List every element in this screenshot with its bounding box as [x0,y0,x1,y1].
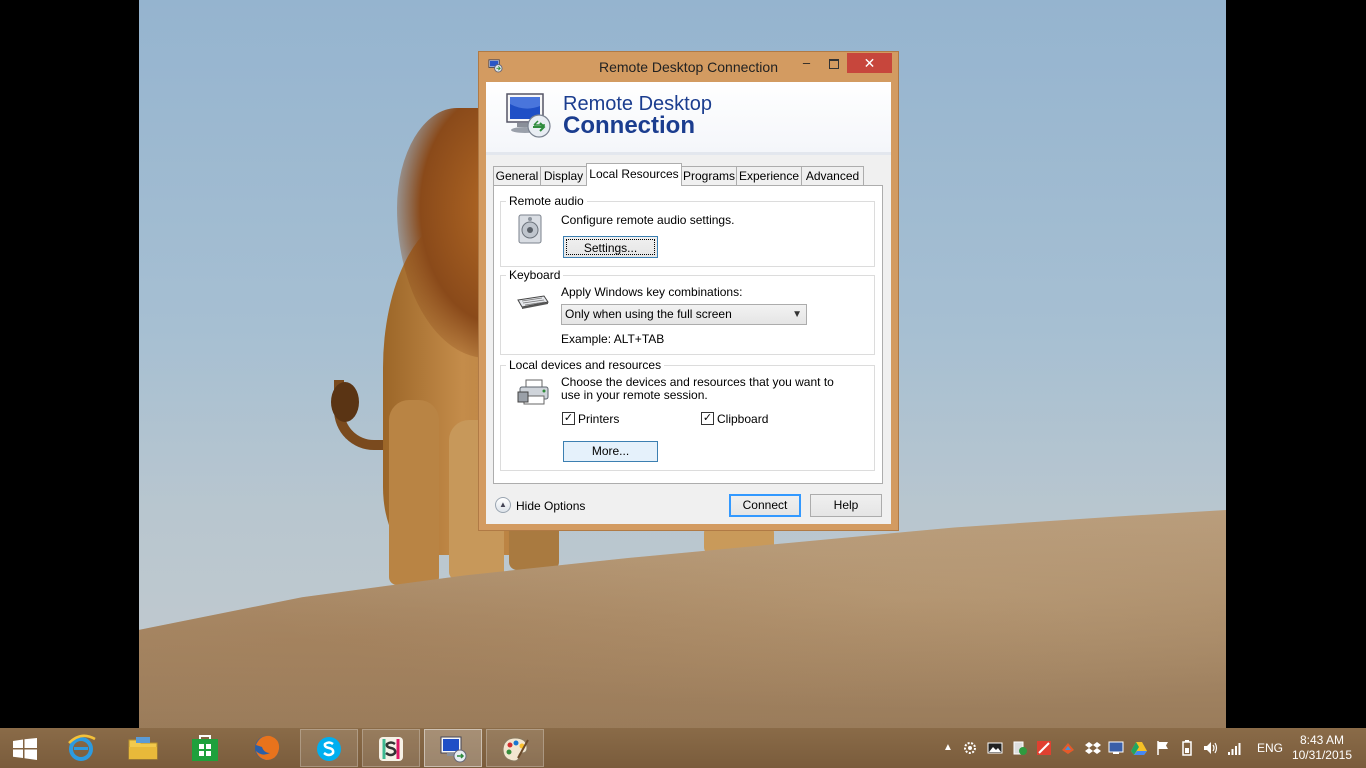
windows-logo-icon [13,738,37,760]
printers-checkbox[interactable]: ✓ [562,412,575,425]
keyboard-label: Keyboard [506,268,564,282]
tab-display[interactable]: Display [540,166,587,185]
tab-general[interactable]: General [493,166,541,185]
display-tray-icon[interactable] [1108,740,1124,756]
system-clock[interactable]: 8:43 AM 10/31/2015 [1292,733,1352,763]
keyboard-example: Example: ALT+TAB [561,332,665,346]
more-button[interactable]: More... [563,441,658,462]
app-tray-icon[interactable] [1060,740,1076,756]
windows-key-combo-value: Only when using the full screen [565,307,732,321]
taskbar-skype[interactable] [300,729,358,767]
google-drive-tray-icon[interactable] [1131,740,1147,756]
internet-explorer-icon [68,734,96,761]
printers-label: Printers [578,412,620,426]
hide-options-link[interactable]: Hide Options [516,499,585,513]
wallpaper-lion-leg [389,400,439,585]
taskbar-file-explorer[interactable] [114,729,172,767]
clipboard-label: Clipboard [717,412,769,426]
keyboard-group: Keyboard Apply Windows key combinations:… [500,268,875,355]
network-signal-icon[interactable] [1227,740,1243,756]
tab-programs[interactable]: Programs [681,166,737,185]
maximize-icon [828,58,839,69]
clock-time: 8:43 AM [1299,733,1344,747]
folder-icon [128,737,158,760]
store-icon [192,735,218,761]
help-button[interactable]: Help [810,494,882,517]
connect-button[interactable]: Connect [729,494,801,517]
show-hidden-icons-chevron-up-icon[interactable]: ▲ [940,740,956,756]
keyboard-description: Apply Windows key combinations: [561,285,743,299]
security-tray-icon[interactable] [1012,740,1028,756]
banner-separator [486,152,891,155]
windows-key-combo-select[interactable]: Only when using the full screen ▼ [561,304,807,325]
hide-options-chevron-up-icon[interactable]: ▲ [495,497,511,513]
wallpaper-lion-tail-tip [331,382,359,422]
volume-icon[interactable] [1203,740,1219,756]
audio-settings-label: Settings... [566,239,655,255]
settings-gear-tray-icon[interactable] [962,740,978,756]
clipboard-checkbox[interactable]: ✓ [701,412,714,425]
flash-disabled-tray-icon[interactable] [1036,740,1052,756]
tab-experience[interactable]: Experience [736,166,802,185]
taskbar-store[interactable] [176,729,234,767]
taskbar: ▲ ENG 8:43 AM 10/31/2015 [0,728,1366,768]
taskbar-paint[interactable] [486,729,544,767]
firefox-icon [255,735,280,760]
minimize-button[interactable]: – [793,53,820,73]
clock-date: 10/31/2015 [1291,748,1352,762]
window-client-area: Remote Desktop Connection General Displa… [486,82,891,524]
audio-settings-button[interactable]: Settings... [563,236,658,258]
start-button[interactable] [0,729,50,767]
remote-audio-group: Remote audio Configure remote audio sett… [500,194,875,267]
image-tray-icon[interactable] [987,740,1003,756]
local-devices-label: Local devices and resources [506,358,665,372]
banner: Remote Desktop Connection [486,82,891,153]
local-devices-description: Choose the devices and resources that yo… [561,375,834,402]
tab-advanced[interactable]: Advanced [801,166,864,185]
remote-desktop-monitor-icon [506,93,551,138]
slack-icon [379,737,403,761]
chevron-down-icon: ▼ [792,309,802,320]
banner-title-line2: Connection [563,112,695,139]
power-battery-tray-icon[interactable] [1179,740,1195,756]
remote-audio-description: Configure remote audio settings. [561,213,735,227]
speaker-icon [518,214,542,244]
keyboard-icon [517,295,549,309]
input-language-indicator[interactable]: ENG [1257,741,1283,755]
skype-icon [317,737,341,761]
rdc-window: Remote Desktop Connection – ✕ Remote Des… [478,51,899,531]
action-center-flag-icon[interactable] [1155,740,1171,756]
maximize-button[interactable] [820,53,847,73]
remote-audio-label: Remote audio [506,194,587,208]
taskbar-slack[interactable] [362,729,420,767]
taskbar-remote-desktop[interactable] [424,729,482,767]
close-button[interactable]: ✕ [847,53,892,73]
remote-desktop-icon [440,736,467,763]
wallpaper-rock [139,510,1226,728]
taskbar-internet-explorer[interactable] [52,729,110,767]
tab-local-resources[interactable]: Local Resources [586,163,682,186]
taskbar-firefox[interactable] [238,729,296,767]
local-devices-group: Local devices and resources Choose the d… [500,358,875,471]
devices-printer-icon [517,379,549,405]
local-resources-panel: Remote audio Configure remote audio sett… [493,185,883,484]
title-bar[interactable]: Remote Desktop Connection – ✕ [479,52,898,82]
paint-palette-icon [502,737,529,762]
dropbox-tray-icon[interactable] [1085,740,1101,756]
